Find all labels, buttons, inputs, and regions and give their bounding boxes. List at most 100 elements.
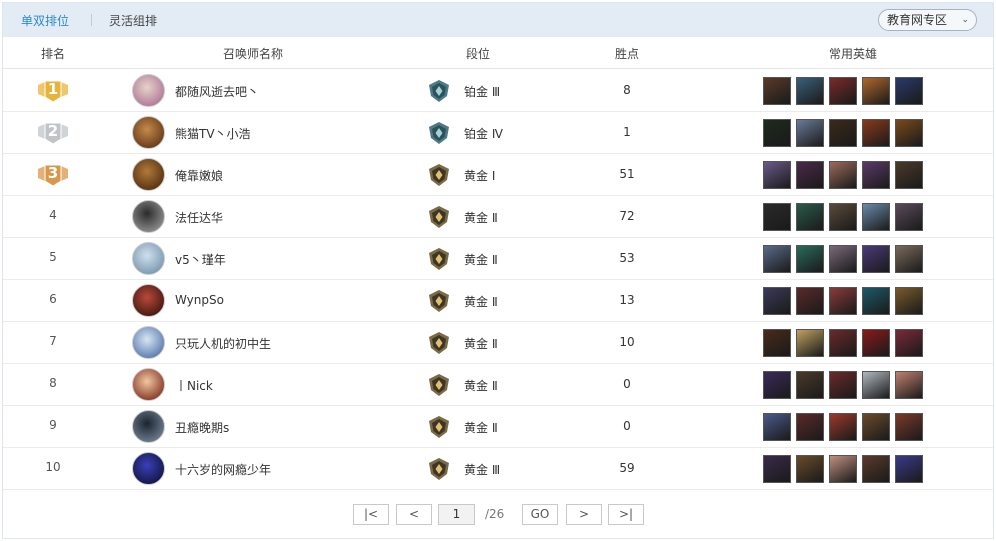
champion-portrait-icon[interactable]	[763, 329, 791, 357]
champion-portrait-icon[interactable]	[862, 329, 890, 357]
avatar[interactable]	[132, 410, 165, 443]
champion-portrait-icon[interactable]	[829, 245, 857, 273]
league-points: 53	[619, 251, 635, 265]
champion-portrait-icon[interactable]	[862, 161, 890, 189]
chevron-down-icon: ⌄	[961, 15, 969, 25]
table-row[interactable]: 8 丨Nick 黄金 Ⅱ 0	[3, 364, 993, 406]
champion-portrait-icon[interactable]	[829, 287, 857, 315]
champion-portrait-icon[interactable]	[895, 329, 923, 357]
champion-portrait-icon[interactable]	[829, 455, 857, 483]
champion-portrait-icon[interactable]	[862, 413, 890, 441]
region-select[interactable]: 教育网专区 ⌄	[878, 9, 977, 31]
champion-portrait-icon[interactable]	[862, 77, 890, 105]
first-page-button[interactable]: |<	[353, 504, 389, 525]
summoner-name[interactable]: 都随风逝去吧丶	[175, 83, 259, 100]
champion-portrait-icon[interactable]	[796, 287, 824, 315]
avatar[interactable]	[132, 284, 165, 317]
table-row[interactable]: 3 俺靠嫩娘 黄金 Ⅰ 51	[3, 154, 993, 196]
table-row[interactable]: 7 只玩人机的初中生 黄金 Ⅱ 10	[3, 322, 993, 364]
avatar[interactable]	[132, 326, 165, 359]
tab-flex-ranked[interactable]: 灵活组排	[109, 12, 157, 29]
champion-portrait-icon[interactable]	[895, 287, 923, 315]
champion-portrait-icon[interactable]	[829, 203, 857, 231]
champion-portrait-icon[interactable]	[796, 413, 824, 441]
summoner-name[interactable]: 只玩人机的初中生	[175, 335, 271, 352]
champion-portrait-icon[interactable]	[895, 245, 923, 273]
table-row[interactable]: 4 法任达华 黄金 Ⅱ 72	[3, 196, 993, 238]
summoner-name[interactable]: 丨Nick	[175, 377, 213, 394]
champion-portrait-icon[interactable]	[862, 371, 890, 399]
top-bar: 单双排位 灵活组排 教育网专区 ⌄	[3, 3, 993, 37]
summoner-name[interactable]: 法任达华	[175, 209, 223, 226]
avatar[interactable]	[132, 200, 165, 233]
champion-portrait-icon[interactable]	[895, 371, 923, 399]
champion-portrait-icon[interactable]	[862, 119, 890, 147]
champion-portrait-icon[interactable]	[796, 245, 824, 273]
go-button[interactable]: GO	[522, 504, 558, 525]
champion-portrait-icon[interactable]	[796, 119, 824, 147]
champion-portrait-icon[interactable]	[763, 287, 791, 315]
champion-portrait-icon[interactable]	[862, 455, 890, 483]
champion-portrait-icon[interactable]	[895, 77, 923, 105]
avatar[interactable]	[132, 74, 165, 107]
table-row[interactable]: 1 都随风逝去吧丶 铂金 Ⅲ 8	[3, 70, 993, 112]
prev-page-button[interactable]: <	[396, 504, 432, 525]
table-row[interactable]: 6 WynpSo 黄金 Ⅱ 13	[3, 280, 993, 322]
table-row[interactable]: 2 熊猫TV丶小浩 铂金 Ⅳ 1	[3, 112, 993, 154]
champion-portrait-icon[interactable]	[895, 119, 923, 147]
champion-portrait-icon[interactable]	[796, 161, 824, 189]
tier-label: 黄金 Ⅱ	[464, 211, 498, 225]
avatar[interactable]	[132, 116, 165, 149]
champion-portrait-icon[interactable]	[763, 455, 791, 483]
champion-portrait-icon[interactable]	[829, 413, 857, 441]
avatar[interactable]	[132, 368, 165, 401]
champion-portrait-icon[interactable]	[763, 413, 791, 441]
avatar[interactable]	[132, 452, 165, 485]
champion-portrait-icon[interactable]	[895, 413, 923, 441]
champion-portrait-icon[interactable]	[796, 77, 824, 105]
summoner-name[interactable]: v5丶瑾年	[175, 251, 226, 268]
summoner-name[interactable]: WynpSo	[175, 293, 224, 307]
tab-solo-ranked[interactable]: 单双排位	[21, 12, 69, 29]
champion-portrait-icon[interactable]	[829, 77, 857, 105]
champion-portrait-icon[interactable]	[763, 203, 791, 231]
champion-portrait-icon[interactable]	[895, 203, 923, 231]
rank-medal-icon: 2	[36, 120, 70, 146]
avatar[interactable]	[132, 158, 165, 191]
avatar[interactable]	[132, 242, 165, 275]
champion-portrait-icon[interactable]	[862, 245, 890, 273]
champion-portrait-icon[interactable]	[796, 203, 824, 231]
current-page-input[interactable]: 1	[438, 504, 475, 525]
gold-tier-icon	[427, 415, 451, 439]
tier-label: 黄金 Ⅱ	[464, 379, 498, 393]
champion-portrait-icon[interactable]	[895, 161, 923, 189]
champion-portrait-icon[interactable]	[796, 329, 824, 357]
champion-portrait-icon[interactable]	[763, 245, 791, 273]
champion-portrait-icon[interactable]	[763, 119, 791, 147]
rank-number: 1	[47, 80, 59, 98]
rank-number: 2	[47, 122, 59, 140]
champion-portrait-icon[interactable]	[763, 161, 791, 189]
champion-portrait-icon[interactable]	[829, 161, 857, 189]
summoner-name[interactable]: 丑瘾晚期s	[175, 419, 229, 436]
last-page-button[interactable]: >|	[608, 504, 644, 525]
table-row[interactable]: 9 丑瘾晚期s 黄金 Ⅱ 0	[3, 406, 993, 448]
champion-portrait-icon[interactable]	[796, 455, 824, 483]
champion-portrait-icon[interactable]	[895, 455, 923, 483]
champion-portrait-icon[interactable]	[763, 77, 791, 105]
champion-portrait-icon[interactable]	[796, 371, 824, 399]
table-row[interactable]: 5 v5丶瑾年 黄金 Ⅱ 53	[3, 238, 993, 280]
summoner-name[interactable]: 熊猫TV丶小浩	[175, 125, 251, 142]
summoner-name[interactable]: 俺靠嫩娘	[175, 167, 223, 184]
champion-portrait-icon[interactable]	[829, 371, 857, 399]
champion-portrait-icon[interactable]	[829, 329, 857, 357]
table-row[interactable]: 10 十六岁的网瘾少年 黄金 Ⅲ 59	[3, 448, 993, 490]
champion-portrait-icon[interactable]	[862, 287, 890, 315]
tier-label: 黄金 Ⅱ	[464, 421, 498, 435]
next-page-button[interactable]: >	[566, 504, 602, 525]
champion-portrait-icon[interactable]	[763, 371, 791, 399]
champion-portrait-icon[interactable]	[829, 119, 857, 147]
tier-label: 黄金 Ⅰ	[464, 169, 496, 183]
summoner-name[interactable]: 十六岁的网瘾少年	[175, 461, 271, 478]
champion-portrait-icon[interactable]	[862, 203, 890, 231]
